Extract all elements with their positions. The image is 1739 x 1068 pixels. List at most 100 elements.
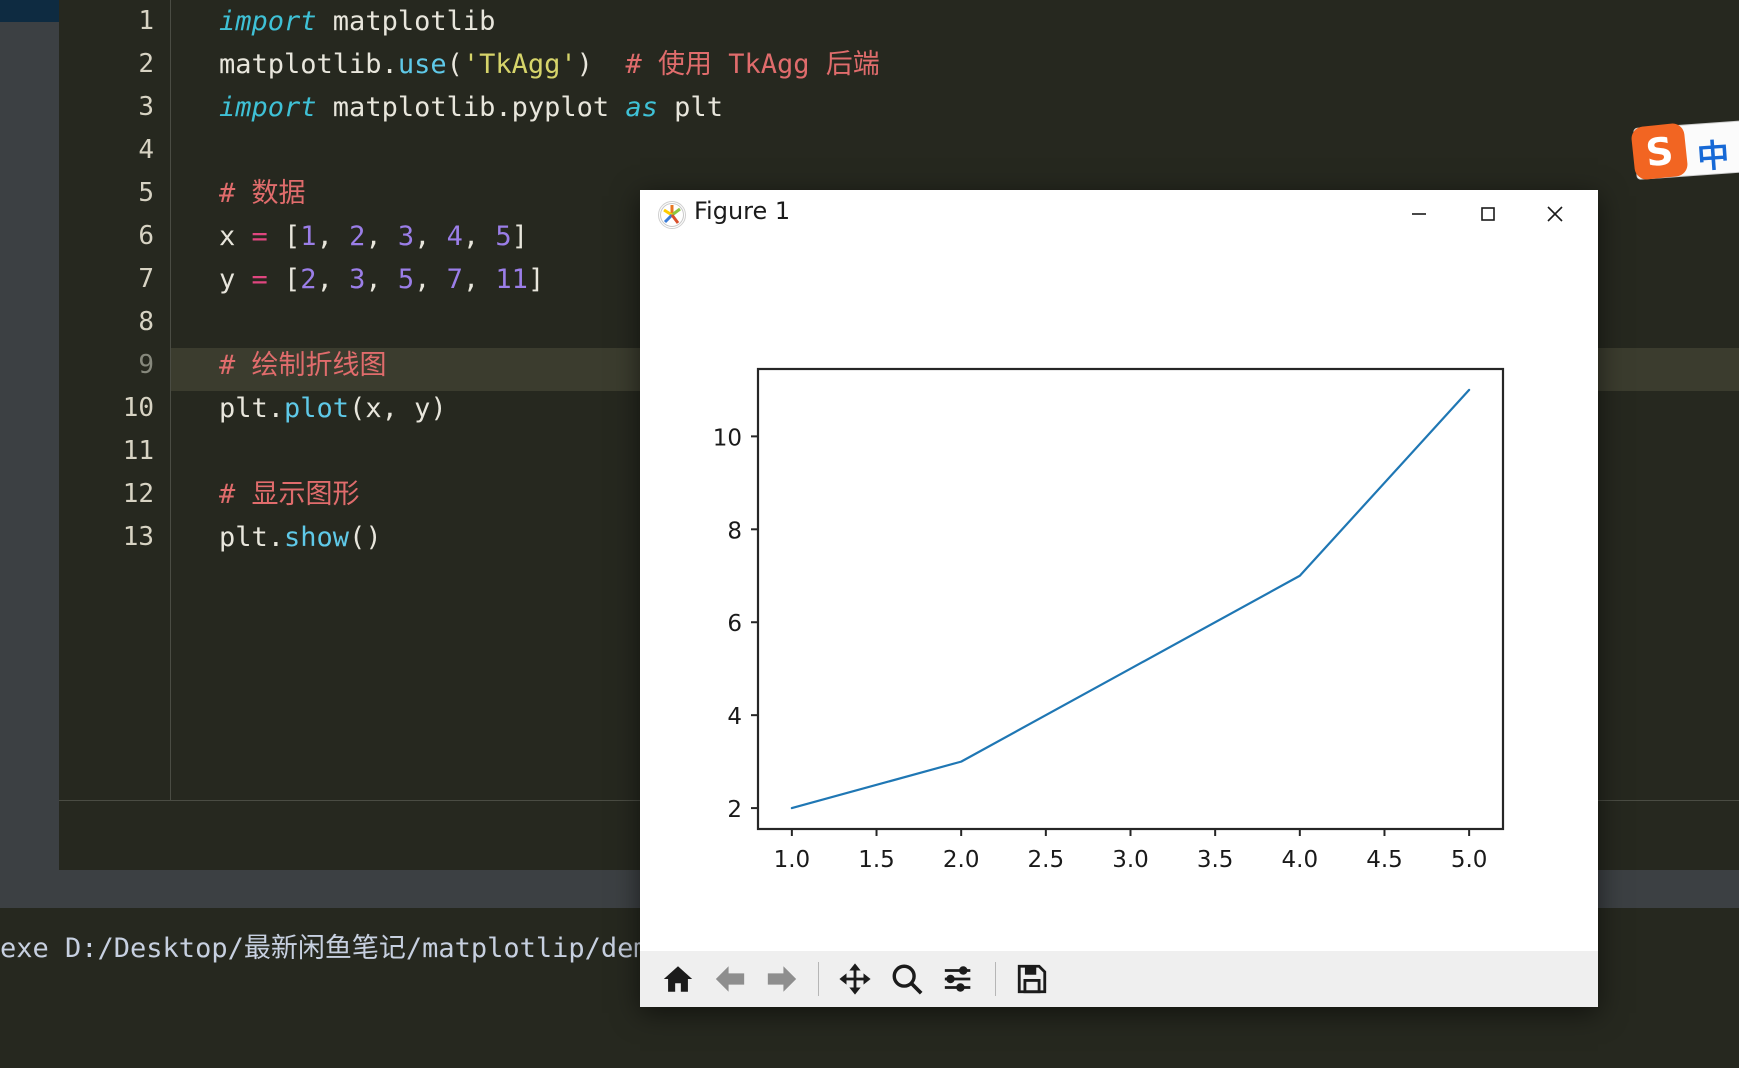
code-token: , (414, 221, 447, 252)
code-token: import (219, 6, 317, 37)
x-tick-label: 4.0 (1282, 847, 1319, 873)
back-button[interactable] (704, 951, 756, 1007)
code-token: , (462, 264, 496, 295)
close-icon (1547, 205, 1563, 222)
arrow-right-icon (767, 966, 797, 992)
code-token: as (625, 92, 658, 123)
code-token: ) (576, 49, 593, 80)
code-token: 2 (349, 221, 366, 252)
code-token: matplotlib (316, 6, 496, 37)
x-tick-label: 5.0 (1451, 847, 1488, 873)
toolbar-separator (995, 962, 996, 996)
code-token: 2 (300, 264, 317, 295)
forward-button[interactable] (756, 951, 808, 1007)
activity-bar[interactable] (0, 22, 59, 832)
minimize-icon (1412, 212, 1426, 215)
y-tick-label: 10 (713, 425, 742, 451)
code-token: , (316, 264, 350, 295)
line-number: 11 (122, 436, 154, 466)
home-button[interactable] (652, 951, 704, 1007)
zoom-button[interactable] (881, 951, 933, 1007)
code-line[interactable]: x = [1, 2, 3, 4, 5] (219, 215, 528, 258)
code-token: plt. (219, 393, 285, 424)
code-token: 1 (300, 221, 317, 252)
code-line[interactable]: # 数据 (219, 172, 306, 215)
line-number: 5 (138, 178, 154, 208)
code-token: plt. (219, 522, 285, 553)
code-token: 5 (495, 221, 512, 252)
subplots-button[interactable] (933, 951, 985, 1007)
figure-canvas[interactable]: 1.0 1.5 2.0 2.5 3.0 3.5 4.0 4.5 5.0 2 4 6 8 10 (640, 237, 1598, 955)
y-tick-label: 8 (727, 518, 742, 544)
code-line[interactable]: import matplotlib.pyplot as plt (219, 86, 723, 129)
code-line[interactable]: import matplotlib (219, 0, 495, 43)
x-tick-label: 1.0 (774, 847, 811, 873)
close-button[interactable] (1524, 190, 1586, 237)
line-number: 3 (138, 92, 154, 122)
code-token: 4 (446, 221, 463, 252)
y-tick-label: 4 (727, 704, 742, 730)
code-token: 3 (349, 264, 366, 295)
line-chart: 1.0 1.5 2.0 2.5 3.0 3.5 4.0 4.5 5.0 2 4 6 8 10 (640, 237, 1598, 955)
code-line[interactable]: # 显示图形 (219, 473, 360, 516)
floppy-disk-icon (1017, 964, 1047, 994)
code-token: y (219, 264, 252, 295)
code-token: # 显示图形 (219, 479, 360, 510)
y-tick-label: 6 (727, 611, 742, 637)
gutter-divider (170, 0, 171, 800)
x-tick-label: 4.5 (1366, 847, 1403, 873)
x-tick-label: 3.5 (1197, 847, 1234, 873)
code-token: , (365, 264, 398, 295)
toolbar-separator (818, 962, 819, 996)
y-tick-label: 2 (727, 797, 742, 823)
code-token: x (219, 221, 252, 252)
code-token: matplotlib.pyplot (316, 92, 626, 123)
line-number: 1 (138, 6, 154, 36)
code-token: plot (284, 393, 350, 424)
arrow-left-icon (715, 966, 745, 992)
x-tick-label: 1.5 (858, 847, 895, 873)
figure-window[interactable]: Figure 1 1.0 1.5 2.0 2.5 3.0 3.5 4.0 4.5 5.0 2 4 6 8… (640, 190, 1598, 1007)
minimize-button[interactable] (1388, 190, 1450, 237)
activity-bar-lower[interactable] (0, 832, 59, 870)
code-token: () (349, 522, 382, 553)
code-token: 5 (397, 264, 415, 295)
code-token: ] (511, 221, 528, 252)
code-token: ] (527, 264, 545, 295)
code-token: 7 (446, 264, 463, 295)
code-token: import (219, 92, 317, 123)
move-icon (839, 963, 871, 995)
code-token: # 绘制折线图 (219, 350, 387, 381)
code-token: 'TkAgg' (462, 49, 577, 80)
line-number: 2 (138, 49, 154, 79)
maximize-button[interactable] (1457, 190, 1519, 237)
code-token: = (251, 221, 268, 252)
save-button[interactable] (1006, 951, 1058, 1007)
code-token: matplotlib. (219, 49, 398, 80)
code-line[interactable]: plt.show() (219, 516, 382, 559)
figure-toolbar[interactable] (640, 951, 1598, 1007)
code-line[interactable]: plt.plot(x, y) (219, 387, 447, 430)
code-token: # 使用 TkAgg 后端 (625, 49, 880, 80)
code-token: [ (267, 264, 301, 295)
window-accent-strip (0, 0, 59, 22)
code-token: , (462, 221, 496, 252)
matplotlib-icon (658, 201, 686, 229)
code-line[interactable]: # 绘制折线图 (219, 344, 387, 387)
code-token: = (251, 264, 268, 295)
code-line[interactable]: y = [2, 3, 5, 7, 11] (219, 258, 544, 301)
code-token: show (284, 522, 350, 553)
pan-button[interactable] (829, 951, 881, 1007)
code-token: , (316, 221, 350, 252)
line-number: 6 (138, 221, 154, 251)
code-line[interactable]: matplotlib.use('TkAgg') # 使用 TkAgg 后端 (219, 43, 880, 86)
code-token: , (414, 264, 447, 295)
sogou-logo-icon[interactable]: S (1630, 122, 1689, 181)
code-token: 3 (397, 221, 415, 252)
code-token: [ (267, 221, 301, 252)
ime-mode-label[interactable]: 中 (1695, 130, 1731, 178)
home-icon (663, 966, 693, 992)
figure-titlebar[interactable]: Figure 1 (640, 190, 1598, 237)
x-tick-label: 3.0 (1112, 847, 1149, 873)
